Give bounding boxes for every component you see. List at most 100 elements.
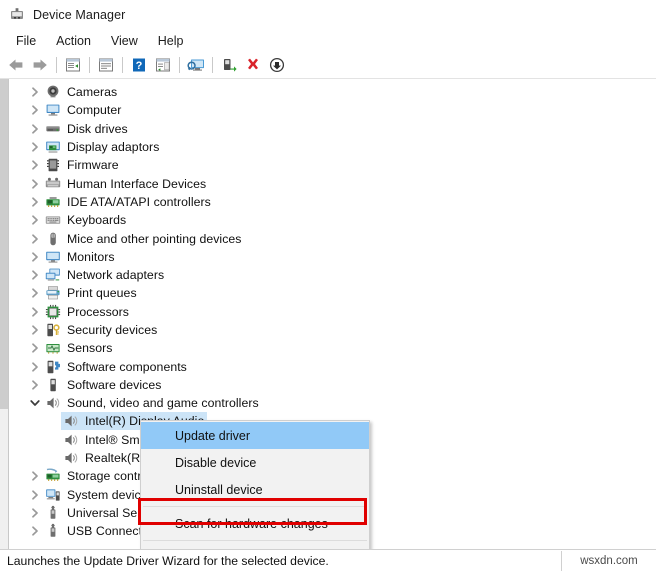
menu-action[interactable]: Action <box>46 32 101 50</box>
chevron-right-icon[interactable] <box>27 359 43 375</box>
chevron-right-icon[interactable] <box>27 102 43 118</box>
chevron-right-icon[interactable] <box>27 285 43 301</box>
chevron-right-icon[interactable] <box>27 157 43 173</box>
tree-item-content[interactable]: Processors <box>43 303 132 321</box>
tree-item[interactable]: Human Interface Devices <box>9 174 656 192</box>
tree-item[interactable]: Software devices <box>9 376 656 394</box>
uninstall-device-icon[interactable] <box>241 54 265 76</box>
tree-item[interactable]: Cameras <box>9 83 656 101</box>
back-arrow-icon[interactable] <box>4 54 28 76</box>
vertical-scrollbar[interactable] <box>0 79 9 549</box>
tree-item[interactable]: Display adaptors <box>9 138 656 156</box>
chevron-right-icon[interactable] <box>27 84 43 100</box>
chevron-right-icon[interactable] <box>27 487 43 503</box>
chevron-right-icon[interactable] <box>27 322 43 338</box>
scrollbar-thumb[interactable] <box>0 79 8 409</box>
tree-item-content[interactable]: Human Interface Devices <box>43 175 209 193</box>
window-title: Device Manager <box>33 7 126 22</box>
properties-icon[interactable] <box>94 54 118 76</box>
chevron-right-icon[interactable] <box>27 468 43 484</box>
chevron-right-icon[interactable] <box>27 121 43 137</box>
menu-help[interactable]: Help <box>148 32 194 50</box>
tree-item-content[interactable]: Firmware <box>43 156 122 174</box>
speaker-icon <box>62 413 80 429</box>
usb-icon <box>44 523 62 539</box>
tree-item-content[interactable]: Software devices <box>43 376 164 394</box>
disable-device-icon[interactable] <box>265 54 289 76</box>
system-device-icon <box>44 487 62 503</box>
chevron-right-icon[interactable] <box>27 340 43 356</box>
chevron-right-icon[interactable] <box>27 377 43 393</box>
tree-item-content[interactable]: Monitors <box>43 248 118 266</box>
title-bar: Device Manager <box>0 0 656 29</box>
tree-item[interactable]: IDE ATA/ATAPI controllers <box>9 193 656 211</box>
tree-item-content[interactable]: Software components <box>43 358 190 376</box>
tree-item-label: Mice and other pointing devices <box>67 231 242 246</box>
chevron-right-icon[interactable] <box>27 267 43 283</box>
tree-item-content[interactable]: Cameras <box>43 83 120 101</box>
forward-arrow-icon[interactable] <box>28 54 52 76</box>
tree-item-label: Software devices <box>67 377 162 392</box>
chevron-right-icon[interactable] <box>27 139 43 155</box>
tree-item[interactable]: Mice and other pointing devices <box>9 229 656 247</box>
context-menu-item[interactable]: Uninstall device <box>141 476 369 503</box>
tree-item-label: Print queues <box>67 286 137 301</box>
tree-item-content[interactable]: Print queues <box>43 284 140 302</box>
tree-item-content[interactable]: Computer <box>43 101 124 119</box>
display-adapter-icon <box>44 139 62 155</box>
tree-item-label: IDE ATA/ATAPI controllers <box>67 194 211 209</box>
tree-item-content[interactable]: Security devices <box>43 321 160 339</box>
tree-item-label: Software components <box>67 359 187 374</box>
menu-file[interactable]: File <box>6 32 46 50</box>
status-text: Launches the Update Driver Wizard for th… <box>7 554 329 568</box>
chevron-right-icon[interactable] <box>27 194 43 210</box>
tree-item[interactable]: Keyboards <box>9 211 656 229</box>
tree-item[interactable]: Monitors <box>9 248 656 266</box>
tree-item[interactable]: Firmware <box>9 156 656 174</box>
tree-item-label: Human Interface Devices <box>67 176 207 191</box>
chevron-down-icon[interactable] <box>27 395 43 411</box>
device-manager-icon <box>9 7 25 23</box>
enable-device-icon[interactable] <box>217 54 241 76</box>
tree-item[interactable]: Network adapters <box>9 266 656 284</box>
chevron-right-icon[interactable] <box>27 176 43 192</box>
tree-item[interactable]: Computer <box>9 101 656 119</box>
show-hide-console-tree-icon[interactable] <box>61 54 85 76</box>
tree-item[interactable]: Sound, video and game controllers <box>9 394 656 412</box>
tree-item-content[interactable]: Display adaptors <box>43 138 162 156</box>
chevron-right-icon[interactable] <box>27 231 43 247</box>
tree-item-content[interactable]: IDE ATA/ATAPI controllers <box>43 193 214 211</box>
context-menu[interactable]: Update driver Disable device Uninstall dev… <box>140 420 370 549</box>
tree-item-content[interactable]: Disk drives <box>43 120 131 138</box>
tree-item-content[interactable]: Sound, video and game controllers <box>43 394 262 412</box>
toolbar: ? <box>0 52 656 79</box>
tree-item-label: Cameras <box>67 85 118 100</box>
tree-item[interactable]: Disk drives <box>9 120 656 138</box>
tree-item-content[interactable]: Keyboards <box>43 211 129 229</box>
tree-item[interactable]: Processors <box>9 303 656 321</box>
context-menu-item[interactable]: Update driver <box>141 422 369 449</box>
tree-item[interactable]: Print queues <box>9 284 656 302</box>
chevron-right-icon[interactable] <box>27 212 43 228</box>
menu-view[interactable]: View <box>101 32 148 50</box>
scan-for-hardware-changes-icon[interactable] <box>184 54 208 76</box>
context-menu-item[interactable]: Properties <box>141 544 369 549</box>
context-menu-item[interactable]: Scan for hardware changes <box>141 510 369 537</box>
chevron-right-icon[interactable] <box>27 249 43 265</box>
help-icon[interactable]: ? <box>127 54 151 76</box>
tree-item-label: Network adapters <box>67 268 165 283</box>
tree-item-content[interactable]: Network adapters <box>43 266 167 284</box>
tree-item[interactable]: Software components <box>9 357 656 375</box>
speaker-icon <box>62 432 80 448</box>
usb-icon <box>44 505 62 521</box>
chevron-right-icon[interactable] <box>27 304 43 320</box>
tree-item[interactable]: Sensors <box>9 339 656 357</box>
tree-item-content[interactable]: Sensors <box>43 339 115 357</box>
tree-item-content[interactable]: Mice and other pointing devices <box>43 230 245 248</box>
context-menu-item[interactable]: Disable device <box>141 449 369 476</box>
toolbar-separator <box>122 57 123 73</box>
chevron-right-icon[interactable] <box>27 505 43 521</box>
tree-item[interactable]: Security devices <box>9 321 656 339</box>
update-driver-software-icon[interactable] <box>151 54 175 76</box>
chevron-right-icon[interactable] <box>27 523 43 539</box>
